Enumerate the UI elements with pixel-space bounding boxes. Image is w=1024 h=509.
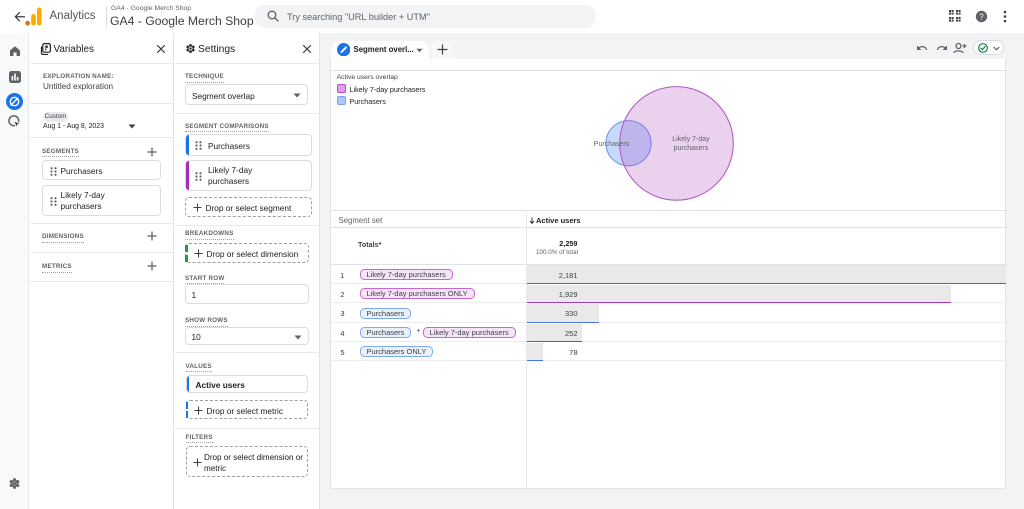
svg-text:purchasers: purchasers — [673, 145, 708, 152]
svg-text:Likely 7-day: Likely 7-day — [672, 136, 710, 143]
svg-text:?: ? — [979, 12, 984, 21]
svg-text:Purchasers: Purchasers — [593, 141, 629, 148]
